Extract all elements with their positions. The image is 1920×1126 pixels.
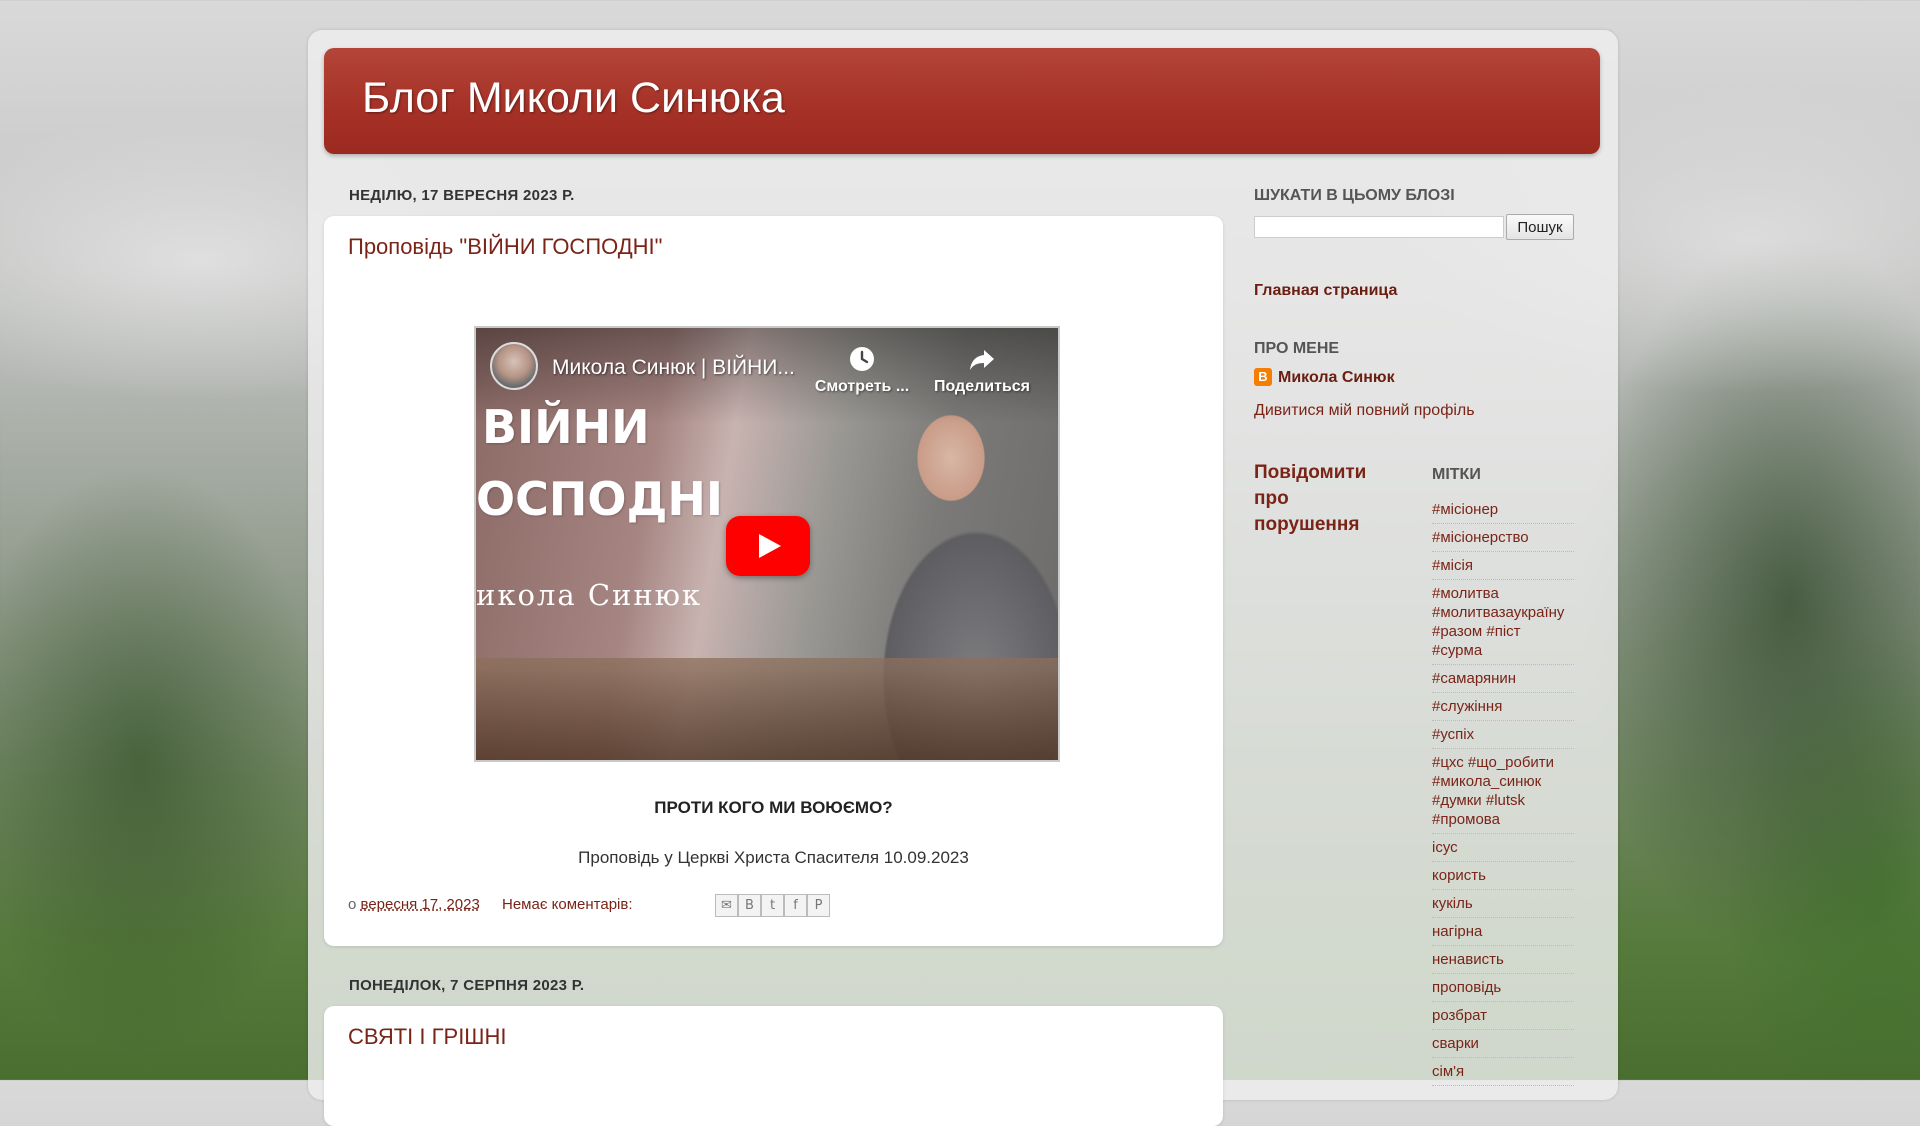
comments-link[interactable]: Немає коментарів:: [502, 896, 633, 913]
label-link[interactable]: кукіль: [1432, 890, 1574, 918]
youtube-video-embed[interactable]: ВІЙНИ ОСПОДНІ икола Синюк Микола Синюк |…: [474, 326, 1060, 762]
email-icon[interactable]: ✉: [715, 894, 738, 917]
label-link[interactable]: #місіонерство: [1432, 524, 1574, 552]
blogger-profile-icon: B: [1254, 368, 1272, 386]
full-profile-link[interactable]: Дивитися мій повний профіль: [1254, 402, 1475, 420]
twitter-icon[interactable]: t: [761, 894, 784, 917]
label-link[interactable]: #самарянин: [1432, 665, 1574, 693]
channel-avatar[interactable]: [490, 342, 538, 390]
labels-list: #місіонер #місіонерство #місія #молитва …: [1432, 496, 1574, 1086]
video-overlay-text: ОСПОДНІ: [476, 472, 724, 526]
label-link[interactable]: проповідь: [1432, 974, 1574, 1002]
post-title[interactable]: СВЯТІ І ГРІШНІ: [348, 1024, 506, 1050]
clock-icon: [850, 347, 874, 371]
share-video-label: Поделиться: [933, 378, 1031, 395]
label-link[interactable]: ісус: [1432, 834, 1574, 862]
post-card: Проповідь "ВІЙНИ ГОСПОДНІ" ВІЙНИ ОСПОДНІ…: [324, 216, 1223, 946]
search-widget-title: ШУКАТИ В ЦЬОМУ БЛОЗІ: [1254, 187, 1455, 204]
blogger-icon[interactable]: B: [738, 894, 761, 917]
label-link[interactable]: #молитва #молитвазаукраїну #разом #піст …: [1432, 580, 1574, 665]
post-subtitle: ПРОТИ КОГО МИ ВОЮЄМО?: [654, 798, 893, 817]
about-widget-title: ПРО МЕНЕ: [1254, 340, 1340, 357]
post-date-header: ПОНЕДІЛОК, 7 СЕРПНЯ 2023 Р.: [349, 977, 585, 994]
watch-later-label: Смотреть ...: [814, 378, 910, 395]
play-icon: [759, 534, 781, 558]
watch-later-button[interactable]: Смотреть ...: [812, 344, 912, 396]
share-arrow-icon: [970, 350, 994, 370]
blog-header: Блог Миколи Синюка: [324, 48, 1600, 154]
pinterest-icon[interactable]: P: [807, 894, 830, 917]
labels-widget-title: МІТКИ: [1432, 466, 1481, 483]
label-link[interactable]: нагірна: [1432, 918, 1574, 946]
post-footer-prefix: о: [348, 896, 357, 913]
blog-title[interactable]: Блог Миколи Синюка: [362, 74, 785, 123]
label-link[interactable]: розбрат: [1432, 1002, 1574, 1030]
video-overlay-name: икола Синюк: [476, 578, 703, 612]
share-icons: ✉ B t f P: [715, 894, 830, 917]
facebook-icon[interactable]: f: [784, 894, 807, 917]
blog-page: Блог Миколи Синюка НЕДІЛЮ, 17 ВЕРЕСНЯ 20…: [308, 30, 1618, 1126]
label-link[interactable]: ненависть: [1432, 946, 1574, 974]
video-title[interactable]: Микола Синюк | ВІЙНИ...: [552, 356, 795, 380]
report-abuse-link[interactable]: Повідомити про порушення: [1254, 460, 1374, 538]
share-video-button[interactable]: Поделиться: [932, 344, 1032, 396]
home-page-link[interactable]: Главная страница: [1254, 282, 1397, 300]
label-link[interactable]: #місіонер: [1432, 496, 1574, 524]
post-body-text: Проповідь у Церкві Христа Спасителя 10.0…: [578, 848, 969, 867]
post-card: СВЯТІ І ГРІШНІ: [324, 1006, 1223, 1126]
label-link[interactable]: #місія: [1432, 552, 1574, 580]
label-link[interactable]: сварки: [1432, 1030, 1574, 1058]
search-button[interactable]: Пошук: [1506, 214, 1574, 240]
profile-name-link[interactable]: Микола Синюк: [1278, 369, 1395, 387]
label-link[interactable]: #цхс #що_робити #микола_синюк #думки #lu…: [1432, 749, 1574, 834]
post-date-link[interactable]: вересня 17, 2023: [361, 896, 480, 913]
search-input[interactable]: [1254, 216, 1504, 238]
label-link[interactable]: #успіх: [1432, 721, 1574, 749]
post-footer: о вересня 17, 2023 Немає коментарів: ✉ B…: [348, 894, 830, 917]
post-title[interactable]: Проповідь "ВІЙНИ ГОСПОДНІ": [348, 234, 662, 260]
label-link[interactable]: #служіння: [1432, 693, 1574, 721]
play-button[interactable]: [726, 516, 810, 576]
label-link[interactable]: сім'я: [1432, 1058, 1574, 1086]
video-overlay-text: ВІЙНИ: [482, 400, 650, 454]
label-link[interactable]: користь: [1432, 862, 1574, 890]
post-date-header: НЕДІЛЮ, 17 ВЕРЕСНЯ 2023 Р.: [349, 187, 575, 204]
